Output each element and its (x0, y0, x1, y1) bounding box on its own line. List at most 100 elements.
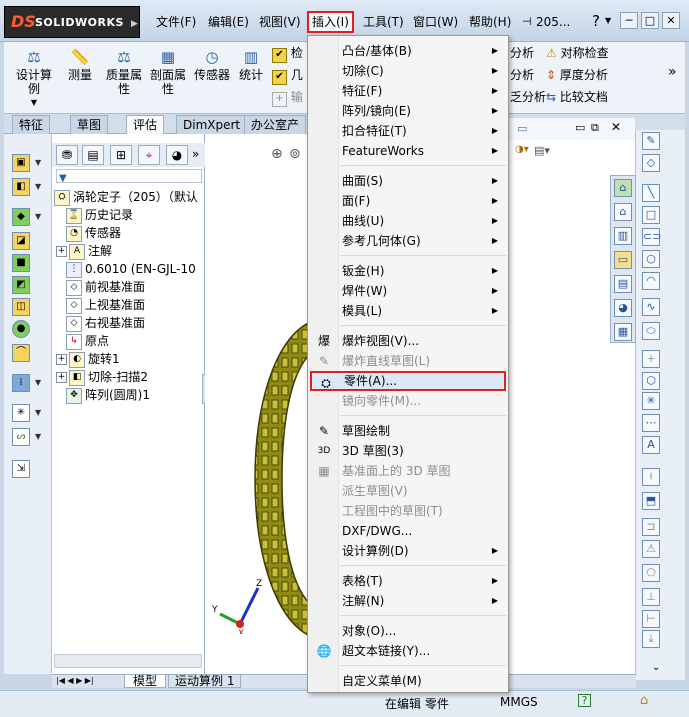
tab-office-products[interactable]: 办公室产品 (244, 115, 306, 134)
chamfer-icon[interactable]: ◪ (12, 232, 30, 250)
menu-item-group5-4[interactable]: 工程图中的草图(T) (310, 501, 506, 521)
extrude-icon[interactable]: ▣ (12, 154, 30, 172)
check-button[interactable]: ✔ 检 (272, 44, 303, 63)
menu-item-group7-1[interactable]: 🌐 超文本链接(Y)... (310, 641, 506, 661)
linear-pattern-icon[interactable]: ⁞ (12, 374, 30, 392)
tab-features[interactable]: 特征 (12, 115, 51, 134)
section-properties-button[interactable]: ▦ 剖面属性 (148, 46, 188, 96)
sensor-button[interactable]: ◷ 传感器 (192, 46, 232, 82)
expand-icon[interactable]: + (56, 372, 67, 383)
rectangle-icon[interactable]: □ (642, 206, 660, 224)
geometry-analysis-button[interactable]: ✔ 几 (272, 66, 303, 85)
mirror-icon[interactable]: ⚠ (642, 540, 660, 558)
measure-button[interactable]: 📏 测量 (64, 46, 96, 82)
tree-item-origin[interactable]: ↳ 原点 (66, 332, 109, 350)
dome-icon[interactable]: ● (12, 320, 30, 338)
menu-item-group3-2[interactable]: 模具(L) ▶ (310, 301, 506, 321)
polygon-icon[interactable]: ⬡ (642, 372, 660, 390)
design-study-button[interactable]: ⚖ 设计算例 ▼ (14, 46, 54, 110)
menu-item-group5-5[interactable]: DXF/DWG... (310, 521, 506, 541)
draft-icon[interactable]: ◫ (12, 298, 30, 316)
menu-item-group2-0[interactable]: 曲面(S) ▶ (310, 171, 506, 191)
sketch-icon[interactable]: ✎ (642, 132, 660, 150)
view-restore-icon[interactable]: ⧉ (591, 121, 599, 135)
menu-item-group4-3[interactable]: 镜向零件(M)... (310, 391, 506, 411)
appearances-tab-icon[interactable]: ◕ (614, 299, 632, 317)
menu-item-group5-2[interactable]: ▦ 基准面上的 3D 草图 (310, 461, 506, 481)
resources-tab-icon[interactable]: ⌂ (614, 179, 632, 197)
smart-dimension-icon[interactable]: ◇ (642, 154, 660, 172)
menu-item-group1-0[interactable]: 凸台/基体(B) ▶ (310, 41, 506, 61)
text-sketch-icon[interactable]: A (642, 436, 660, 454)
file-explorer-tab-icon[interactable]: ▭ (614, 251, 632, 269)
reference-dropdown-icon[interactable]: ▼ (35, 408, 45, 418)
curves-dropdown-icon[interactable]: ▼ (35, 432, 45, 442)
menu-item-group6-0[interactable]: 表格(T) ▶ (310, 571, 506, 591)
analysis-label-1[interactable]: 分析 (510, 44, 534, 62)
menu-view[interactable]: 视图(V) (256, 13, 304, 31)
shell-icon[interactable]: ■ (12, 254, 30, 272)
relations-icon[interactable]: ⊥ (642, 588, 660, 606)
rebuild-tag-icon[interactable]: ⌂ (640, 693, 648, 708)
menu-item-group1-1[interactable]: 切除(C) ▶ (310, 61, 506, 81)
more-tabs-icon[interactable]: » (192, 147, 199, 161)
tree-item-top-plane[interactable]: ◇ 上视基准面 (66, 296, 145, 314)
centerline-icon[interactable]: ⋯ (642, 414, 660, 432)
tree-item-front-plane[interactable]: ◇ 前视基准面 (66, 278, 145, 296)
tree-item-history[interactable]: ⌛ 历史记录 (66, 206, 133, 224)
symmetry-check-button[interactable]: ⚠ 对称检查 (546, 44, 609, 62)
pattern-dropdown-icon[interactable]: ▼ (35, 378, 45, 388)
circle-icon[interactable]: ○ (642, 250, 660, 268)
expand-icon[interactable]: + (56, 354, 67, 365)
tab-dimxpert[interactable]: DimXpert (176, 115, 248, 134)
menu-item-group5-0[interactable]: ✎ 草图绘制 (310, 421, 506, 441)
pin-icon[interactable]: ⊣ (522, 15, 532, 28)
horizontal-scrollbar[interactable] (54, 654, 202, 668)
analysis-label-3[interactable]: 乏分析 (510, 88, 546, 106)
menu-item-group3-0[interactable]: 钣金(H) ▶ (310, 261, 506, 281)
offset-icon[interactable]: ⊐ (642, 518, 660, 536)
tree-item-circular-pattern1[interactable]: ✥ 阵列(圆周)1 (66, 386, 150, 404)
minimize-button[interactable]: ─ (620, 12, 638, 29)
search-tab-icon[interactable]: ▤ (614, 275, 632, 293)
menu-item-group2-1[interactable]: 面(F) ▶ (310, 191, 506, 211)
custom-properties-tab-icon[interactable]: ▦ (614, 323, 632, 341)
fillet-dropdown-icon[interactable]: ▼ (35, 212, 45, 222)
help-icon[interactable]: ? (592, 12, 600, 30)
point-icon[interactable]: ✳ (642, 392, 660, 410)
fillet-icon[interactable]: ◆ (12, 208, 30, 226)
status-help-icon[interactable]: ? (578, 694, 591, 707)
menu-edit[interactable]: 编辑(E) (205, 13, 252, 31)
menu-item-group5-1[interactable]: 3D 3D 草图(3) (310, 441, 506, 461)
menu-window[interactable]: 窗口(W) (410, 13, 461, 31)
tab-motion-study[interactable]: 运动算例 1 (168, 674, 242, 688)
display-manager-tab-icon[interactable]: ◕ (166, 145, 188, 165)
view-settings-icon[interactable]: ▤▾ (534, 144, 550, 157)
maximize-button[interactable]: □ (641, 12, 659, 29)
tree-item-sensors[interactable]: ◔ 传感器 (66, 224, 121, 242)
spline-icon[interactable]: ∿ (642, 298, 660, 316)
convert-icon[interactable]: ⬒ (642, 492, 660, 510)
menu-file[interactable]: 文件(F) (153, 13, 199, 31)
home-tab-icon[interactable]: ⌂ (614, 203, 632, 221)
fillet-sketch-icon[interactable]: + (642, 350, 660, 368)
dimxpert-tab-icon[interactable]: ⌖ (138, 145, 160, 165)
repair-icon[interactable]: ⊢ (642, 610, 660, 628)
menu-help[interactable]: 帮助(H) (466, 13, 514, 31)
menu-item-group4-0[interactable]: 爆爆炸视图(V)... (310, 331, 506, 351)
revolve-icon[interactable]: ◧ (12, 178, 30, 196)
line-icon[interactable]: ╲ (642, 184, 660, 202)
tree-item-material[interactable]: ⋮ 0.6010 (EN-GJL-10 (66, 260, 204, 278)
menu-item-group1-5[interactable]: FeatureWorks ▶ (310, 141, 506, 161)
menu-item-group3-1[interactable]: 焊件(W) ▶ (310, 281, 506, 301)
menu-item-group7-0[interactable]: 对象(O)... (310, 621, 506, 641)
extrude-dropdown-icon[interactable]: ▼ (35, 158, 45, 168)
solidworks-logo[interactable]: DS SOLIDWORKS ▶ (4, 6, 140, 38)
filter-box[interactable]: ▼ (56, 169, 202, 184)
quick-snaps-icon[interactable]: ⤓ (642, 630, 660, 648)
curves-icon[interactable]: ᔕ (12, 428, 30, 446)
arc-icon[interactable]: ◠ (642, 272, 660, 290)
more-tools-icon[interactable]: ⌄ (652, 662, 660, 673)
zoom-to-fit-icon[interactable]: ⊕ (271, 146, 283, 162)
trim-icon[interactable]: ⫮ (642, 468, 660, 486)
